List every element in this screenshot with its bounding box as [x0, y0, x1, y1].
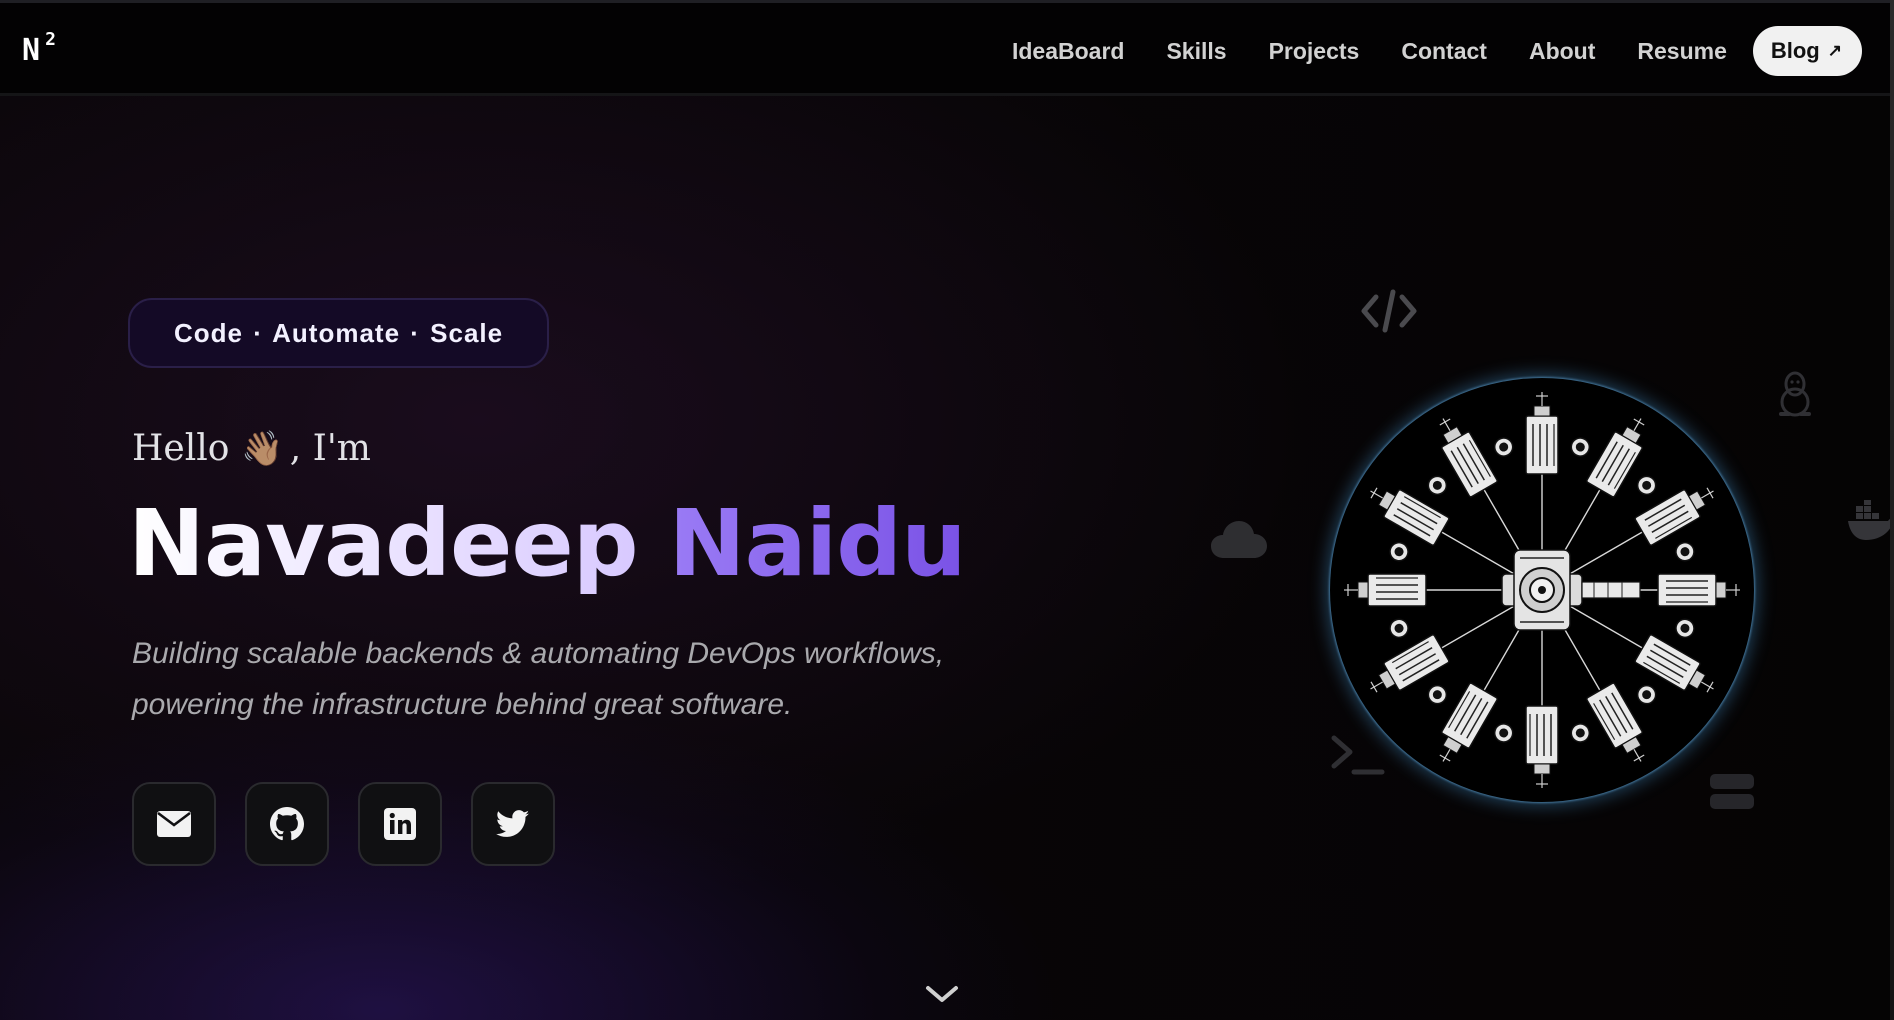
nav-link-projects[interactable]: Projects	[1269, 38, 1360, 65]
greeting-prefix: Hello	[132, 428, 230, 469]
twitter-button[interactable]	[471, 782, 555, 866]
first-name: Navadeep	[128, 490, 639, 597]
site-logo[interactable]: N2	[22, 29, 56, 68]
social-links	[132, 782, 584, 866]
blog-button[interactable]: Blog ↗	[1752, 26, 1862, 76]
external-link-icon: ↗	[1827, 41, 1842, 60]
scroll-down-chevron-icon[interactable]	[925, 984, 959, 1009]
hero-subtitle: Building scalable backends & automating …	[132, 628, 1012, 730]
last-name: Naidu	[668, 490, 967, 597]
nav-link-contact[interactable]: Contact	[1401, 38, 1487, 65]
linkedin-button[interactable]	[358, 782, 442, 866]
logo-letter: N	[22, 33, 40, 68]
cloud-icon	[1210, 520, 1268, 565]
greeting: Hello 👋🏽 , I'm	[132, 428, 371, 469]
nav-link-about[interactable]: About	[1529, 38, 1595, 65]
docker-icon	[1848, 500, 1894, 547]
waving-hand-icon: 👋🏽	[241, 428, 284, 469]
github-icon	[270, 807, 304, 841]
email-button[interactable]	[132, 782, 216, 866]
envelope-icon	[157, 811, 191, 837]
hero-name: Navadeep Naidu	[128, 490, 967, 597]
linux-penguin-icon	[1775, 370, 1815, 423]
code-icon	[1360, 288, 1418, 339]
nav-link-ideaboard[interactable]: IdeaBoard	[1012, 38, 1124, 65]
top-navbar: N2 IdeaBoard Skills Projects Contact Abo…	[0, 0, 1894, 96]
blog-button-label: Blog	[1770, 38, 1820, 63]
portfolio-page: N2 IdeaBoard Skills Projects Contact Abo…	[0, 0, 1894, 1020]
nav-link-resume[interactable]: Resume	[1637, 38, 1726, 65]
subtitle-line-2: powering the infrastructure behind great…	[132, 688, 793, 721]
nav-link-skills[interactable]: Skills	[1166, 38, 1226, 65]
twitter-icon	[496, 810, 530, 837]
logo-superscript: 2	[45, 29, 56, 50]
nav-links: IdeaBoard Skills Projects Contact About …	[1012, 3, 1894, 99]
spaceship-ring-illustration	[1330, 378, 1754, 802]
endurance-ring-svg	[1332, 380, 1752, 800]
github-button[interactable]	[245, 782, 329, 866]
greeting-suffix: , I'm	[289, 428, 371, 469]
subtitle-line-1: Building scalable backends & automating …	[132, 637, 945, 670]
tagline-badge: Code · Automate · Scale	[128, 298, 550, 368]
linkedin-icon	[384, 808, 416, 840]
